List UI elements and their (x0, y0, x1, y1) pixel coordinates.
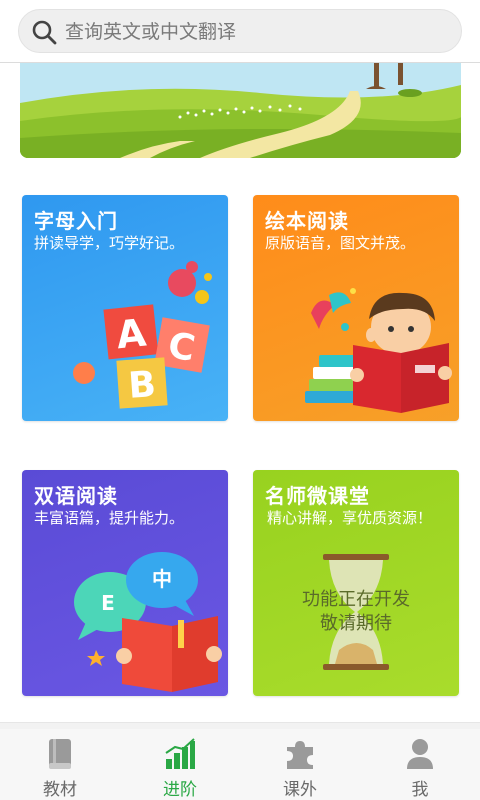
tab-label: 教材 (43, 780, 77, 800)
card-teacher-lessons[interactable]: 名师微课堂 精心讲解，享优质资源！ 功能正在开发 敬请期待 (253, 470, 459, 696)
tab-extracurricular[interactable]: 课外 (240, 729, 360, 800)
coming-soon-line-2: 敬请期待 (320, 613, 392, 634)
tab-label: 我 (411, 780, 429, 800)
card-title: 字母入门 (34, 209, 118, 233)
tab-advanced[interactable]: 进阶 (120, 729, 240, 800)
section-divider (0, 722, 480, 729)
card-title: 双语阅读 (34, 484, 118, 508)
card-subtitle: 精心讲解，享优质资源！ (267, 509, 433, 527)
letter-a: A (114, 310, 148, 357)
card-bilingual-reading[interactable]: E 中 双语阅读 丰富语篇，提升能力。 (22, 470, 228, 696)
letter-b: B (127, 364, 157, 407)
tab-textbook[interactable]: 教材 (0, 729, 120, 800)
card-title: 名师微课堂 (265, 484, 370, 508)
search-input[interactable] (63, 10, 447, 54)
search-icon (32, 20, 57, 45)
card-subtitle: 原版语音，图文并茂。 (265, 234, 416, 252)
card-title: 绘本阅读 (265, 209, 349, 233)
bubble-zhong: 中 (152, 567, 172, 591)
person-icon (407, 739, 433, 769)
card-picture-books[interactable]: 绘本阅读 原版语音，图文并茂。 (253, 195, 459, 421)
tab-me[interactable]: 我 (360, 729, 480, 800)
coming-soon-line-1: 功能正在开发 (302, 589, 410, 610)
book-icon (49, 739, 71, 769)
search-bar[interactable] (18, 9, 462, 54)
coming-soon-text: 功能正在开发 敬请期待 (253, 588, 459, 636)
card-subtitle: 拼读导学，巧学好记。 (34, 234, 185, 252)
chart-bars-icon (165, 738, 195, 769)
search-header (0, 0, 480, 63)
tab-label: 进阶 (163, 780, 197, 800)
puzzle-icon (287, 741, 313, 769)
bottom-tab-bar: 教材 进阶 课外 我 (0, 729, 480, 800)
card-subtitle: 丰富语篇，提升能力。 (34, 509, 185, 527)
card-alphabet[interactable]: A C B 字母入门 拼读导学，巧学好记。 (22, 195, 228, 421)
tab-label: 课外 (283, 780, 317, 800)
banner-image[interactable] (20, 63, 461, 158)
bubble-e: E (101, 591, 115, 615)
